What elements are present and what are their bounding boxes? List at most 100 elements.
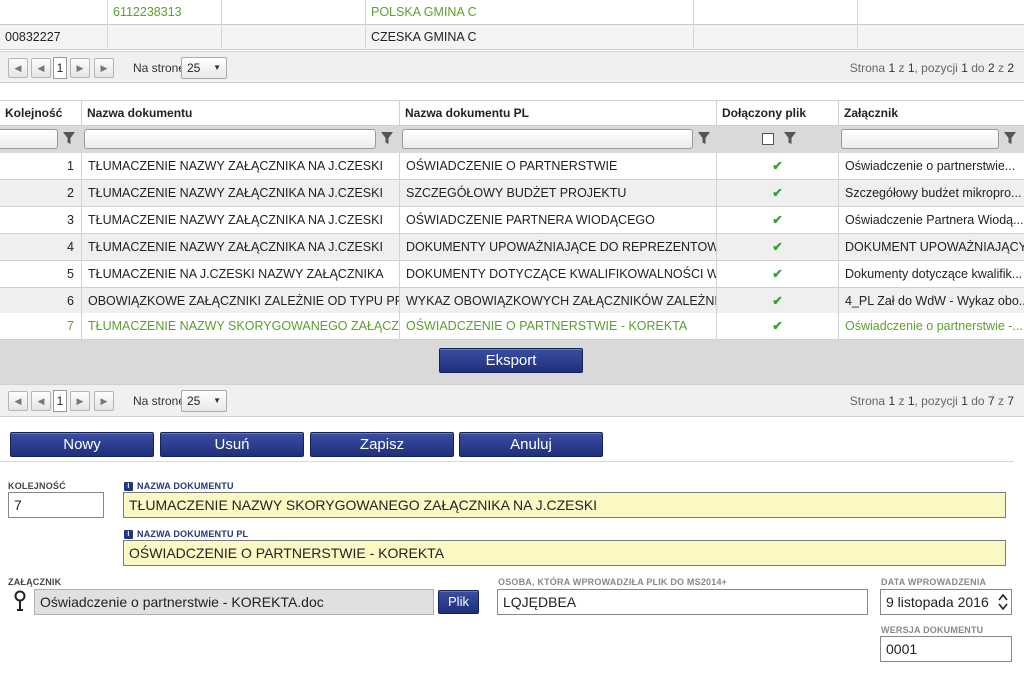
- spinner-icon[interactable]: [998, 593, 1008, 611]
- cell-name-pl: OŚWIADCZENIE O PARTNERSTWIE - KOREKTA: [400, 313, 717, 339]
- cell-order: 5: [0, 261, 82, 287]
- check-icon: ✔: [717, 288, 839, 314]
- column-header-attached[interactable]: Dołączony plik: [717, 101, 839, 126]
- uploader-field: LQJĘDBEA: [497, 589, 868, 615]
- per-page-label: Na stronę: [133, 61, 186, 75]
- table-row[interactable]: 6 OBOWIĄZKOWE ZAŁĄCZNIKI ZALEŻNIE OD TYP…: [0, 288, 1024, 315]
- filter-input-name[interactable]: [84, 129, 376, 149]
- cell-name-pl: OŚWIADCZENIE PARTNERA WIODĄCEGO: [400, 207, 717, 233]
- new-button[interactable]: Nowy: [10, 432, 154, 457]
- filter-row: [0, 126, 1024, 153]
- export-button[interactable]: Eksport: [439, 348, 583, 373]
- cell: CZESKA GMINA C: [366, 25, 694, 50]
- delete-button[interactable]: Usuń: [160, 432, 304, 457]
- column-header-name-pl[interactable]: Nazwa dokumentu PL: [400, 101, 717, 126]
- column-header-order[interactable]: Kolejność: [0, 101, 82, 126]
- table-row-selected[interactable]: 7 TŁUMACZENIE NAZWY SKORYGOWANEGO ZAŁĄCZ…: [0, 313, 1024, 340]
- last-page-icon[interactable]: ▶​: [94, 58, 114, 78]
- cell-order: 2: [0, 180, 82, 206]
- last-page-icon[interactable]: ▶​: [94, 391, 114, 411]
- filter-icon[interactable]: [62, 130, 76, 146]
- check-icon: ✔: [717, 234, 839, 260]
- page-number-input[interactable]: 1: [53, 57, 67, 79]
- check-icon: ✔: [717, 261, 839, 287]
- cell-name-pl: OŚWIADCZENIE O PARTNERSTWIE: [400, 153, 717, 179]
- per-page-value: 25: [187, 61, 201, 75]
- cell-order: 7: [0, 313, 82, 339]
- document-name-pl-label: i NAZWA DOKUMENTU PL: [124, 529, 248, 540]
- cell-name-pl: WYKAZ OBOWIĄZKOWYCH ZAŁĄCZNIKÓW ZALEŻNIE…: [400, 288, 717, 314]
- cell: 00832227: [0, 25, 108, 50]
- file-button[interactable]: Plik: [438, 590, 479, 614]
- divider: [0, 461, 1014, 462]
- filter-checkbox[interactable]: [762, 133, 774, 145]
- cell-order: 4: [0, 234, 82, 260]
- column-header-name[interactable]: Nazwa dokumentu: [82, 101, 400, 126]
- filter-icon[interactable]: [380, 130, 394, 146]
- cell-name: TŁUMACZENIE NA J.CZESKI NAZWY ZAŁĄCZNIKA: [82, 261, 400, 287]
- cell: [858, 0, 1024, 25]
- cell-attachment: Oświadczenie Partnera Wiodą...: [845, 213, 1024, 227]
- table-row[interactable]: 4 TŁUMACZENIE NAZWY ZAŁĄCZNIKA NA J.CZES…: [0, 234, 1024, 261]
- filter-icon[interactable]: [1003, 130, 1017, 146]
- attachment-field: Oświadczenie o partnerstwie - KOREKTA.do…: [34, 589, 434, 615]
- filter-input-attachment[interactable]: [841, 129, 999, 149]
- cell-name: TŁUMACZENIE NAZWY ZAŁĄCZNIKA NA J.CZESKI: [82, 180, 400, 206]
- filter-icon[interactable]: [697, 130, 711, 146]
- document-name-field[interactable]: TŁUMACZENIE NAZWY SKORYGOWANEGO ZAŁĄCZNI…: [123, 492, 1006, 518]
- page-number-input[interactable]: 1: [53, 390, 67, 412]
- table-row[interactable]: 5 TŁUMACZENIE NA J.CZESKI NAZWY ZAŁĄCZNI…: [0, 261, 1024, 288]
- per-page-value: 25: [187, 394, 201, 408]
- attachment-label: ZAŁĄCZNIK: [8, 577, 62, 587]
- filter-icon[interactable]: [783, 130, 797, 146]
- column-header-attachment[interactable]: Załącznik: [839, 101, 1024, 126]
- prev-page-icon[interactable]: ◀: [31, 58, 51, 78]
- cell: POLSKA GMINA C: [366, 0, 694, 25]
- per-page-label: Na stronę: [133, 394, 186, 408]
- save-button[interactable]: Zapisz: [310, 432, 454, 457]
- cell-order: 6: [0, 288, 82, 314]
- table-row[interactable]: 3 TŁUMACZENIE NAZWY ZAŁĄCZNIKA NA J.CZES…: [0, 207, 1024, 234]
- cell-attachment: DOKUMENT UPOWAŻNIAJĄCY...: [845, 240, 1024, 254]
- table-row[interactable]: 1 TŁUMACZENIE NAZWY ZAŁĄCZNIKA NA J.CZES…: [0, 153, 1024, 180]
- info-icon: i: [124, 482, 133, 492]
- date-field[interactable]: 9 listopada 2016: [880, 589, 1012, 615]
- uploader-label: OSOBA, KTÓRA WPROWADZIŁA PLIK DO MS2014+: [498, 577, 728, 587]
- next-page-icon[interactable]: ▶: [70, 391, 90, 411]
- next-page-icon[interactable]: ▶: [70, 58, 90, 78]
- per-page-select[interactable]: 25 ▼: [181, 390, 227, 412]
- chevron-down-icon: ▼: [213, 63, 221, 72]
- document-name-pl-field[interactable]: OŚWIADCZENIE O PARTNERSTWIE - KOREKTA: [123, 540, 1006, 566]
- prev-page-icon[interactable]: ◀: [31, 391, 51, 411]
- check-icon: ✔: [717, 313, 839, 339]
- check-icon: ✔: [717, 153, 839, 179]
- grid-header: Kolejność Nazwa dokumentu Nazwa dokument…: [0, 100, 1024, 126]
- document-name-label: i NAZWA DOKUMENTU: [124, 481, 234, 492]
- per-page-select[interactable]: 25 ▼: [181, 57, 227, 79]
- cancel-button[interactable]: Anuluj: [459, 432, 603, 457]
- table-row[interactable]: 6112238313 POLSKA GMINA C: [0, 0, 1024, 25]
- check-icon: ✔: [717, 180, 839, 206]
- cell-order: 1: [0, 153, 82, 179]
- cell: [858, 25, 1024, 50]
- cell-name: OBOWIĄZKOWE ZAŁĄCZNIKI ZALEŻNIE OD TYPU …: [82, 288, 400, 314]
- cell: 6112238313: [108, 0, 222, 25]
- cell: [694, 25, 858, 50]
- first-page-icon[interactable]: ◀​: [8, 58, 28, 78]
- cell-attachment: Oświadczenie o partnerstwie...: [845, 159, 1016, 173]
- table-row[interactable]: 00832227 CZESKA GMINA C: [0, 25, 1024, 50]
- info-icon: i: [124, 530, 133, 540]
- pager-top: ◀​ ◀ 1 ▶ ▶​ Na stronę 25 ▼ Strona 1 z 1,…: [0, 51, 1024, 83]
- filter-input-order[interactable]: [0, 129, 58, 149]
- filter-input-name-pl[interactable]: [402, 129, 693, 149]
- table-row[interactable]: 2 TŁUMACZENIE NAZWY ZAŁĄCZNIKA NA J.CZES…: [0, 180, 1024, 207]
- order-field[interactable]: 7: [8, 492, 104, 518]
- cell-name-pl: DOKUMENTY DOTYCZĄCE KWALIFIKOWALNOŚCI WN…: [400, 261, 717, 287]
- grid-footer: Eksport: [0, 340, 1024, 384]
- cell-name: TŁUMACZENIE NAZWY ZAŁĄCZNIKA NA J.CZESKI: [82, 153, 400, 179]
- pager-info: Strona 1 z 1, pozycji 1 do 2 z 2: [849, 61, 1014, 75]
- cell-name-pl: DOKUMENTY UPOWAŻNIAJĄCE DO REPREZENTOWAN…: [400, 234, 717, 260]
- pager-info: Strona 1 z 1, pozycji 1 do 7 z 7: [849, 394, 1014, 408]
- cell: [222, 0, 366, 25]
- first-page-icon[interactable]: ◀​: [8, 391, 28, 411]
